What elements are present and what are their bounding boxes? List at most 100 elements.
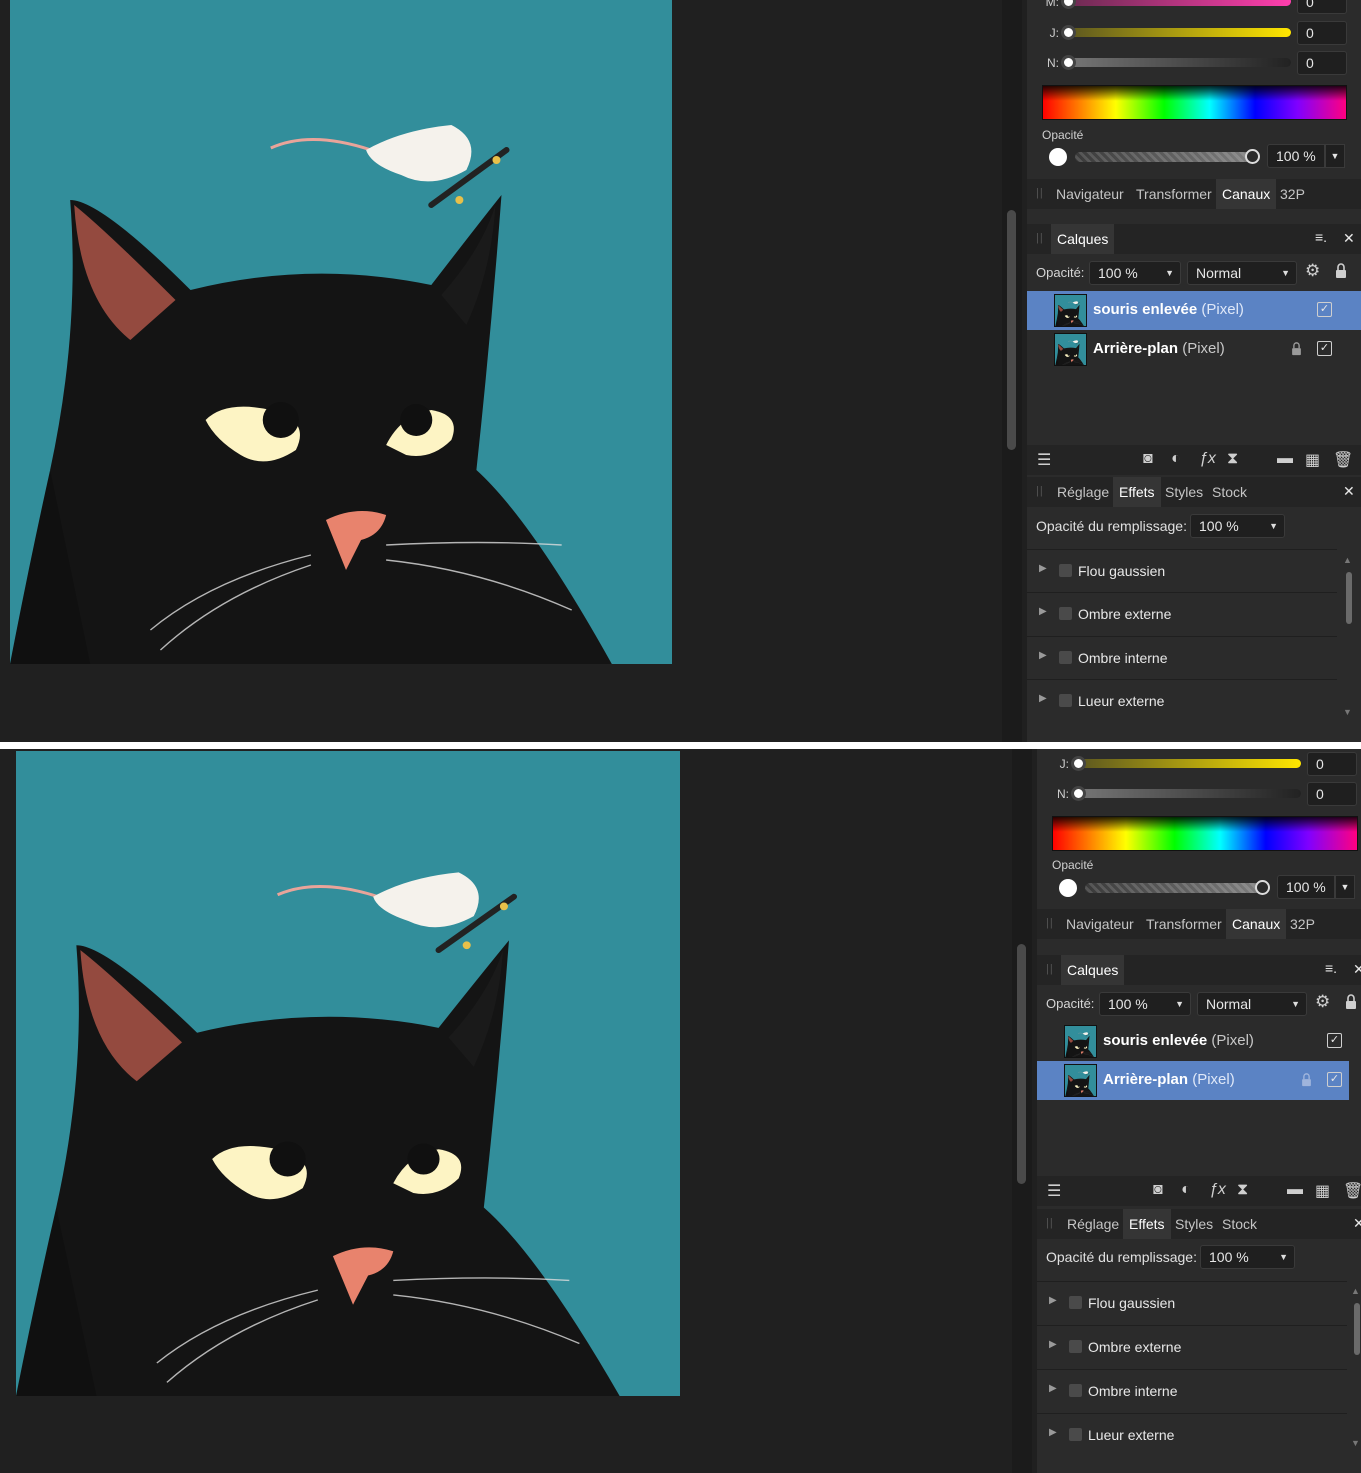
opacity-value-input[interactable]: 100 % <box>1277 875 1335 899</box>
layer-row-souris-enlevee[interactable]: souris enlevée (Pixel) ✓ <box>1027 291 1361 330</box>
folder-icon[interactable]: ▬ <box>1287 1181 1303 1199</box>
scroll-down-icon[interactable]: ▼ <box>1351 1438 1360 1448</box>
layer-row-souris-enlevee[interactable]: souris enlevée (Pixel) ✓ <box>1037 1022 1349 1061</box>
expand-triangle-icon[interactable]: ▶ <box>1039 693 1047 704</box>
scroll-up-icon[interactable]: ▲ <box>1343 555 1352 565</box>
scrollbar-thumb[interactable] <box>1007 210 1016 450</box>
close-icon[interactable]: ✕ <box>1343 230 1355 247</box>
channel-track[interactable] <box>1075 759 1301 768</box>
panel-menu-icon[interactable]: ≡. <box>1315 229 1327 245</box>
document-canvas[interactable] <box>10 0 672 664</box>
effects-scrollbar-thumb[interactable] <box>1346 572 1352 624</box>
expand-triangle-icon[interactable]: ▶ <box>1039 606 1047 617</box>
effects-scrollbar[interactable]: ▲ ▼ <box>1343 555 1353 720</box>
expand-triangle-icon[interactable]: ▶ <box>1039 563 1047 574</box>
layer-visibility-checkbox[interactable]: ✓ <box>1317 341 1332 356</box>
layer-lock-icon[interactable] <box>1301 1073 1312 1087</box>
tab-stock[interactable]: Stock <box>1216 1209 1263 1239</box>
tab-reglage[interactable]: Réglage <box>1051 477 1115 507</box>
tab-canaux[interactable]: Canaux <box>1226 909 1287 939</box>
effect-row[interactable]: ▶ Ombre interne <box>1027 636 1337 679</box>
effect-row[interactable]: ▶ Ombre externe <box>1027 592 1337 635</box>
channel-value-input[interactable]: 0 <box>1297 21 1347 45</box>
effect-checkbox[interactable] <box>1069 1428 1082 1441</box>
panel-grip-icon[interactable]: || <box>1046 917 1054 929</box>
effect-checkbox[interactable] <box>1069 1296 1082 1309</box>
layer-visibility-checkbox[interactable]: ✓ <box>1327 1072 1342 1087</box>
close-icon[interactable]: ✕ <box>1343 483 1355 500</box>
scrollbar-thumb[interactable] <box>1017 944 1026 1184</box>
opacity-dropdown-arrow[interactable]: ▼ <box>1335 875 1355 899</box>
color-swatch[interactable] <box>1049 148 1067 166</box>
effect-row[interactable]: ▶ Ombre interne <box>1037 1369 1347 1412</box>
mask-icon[interactable]: ◙ <box>1153 1181 1163 1199</box>
tab-styles[interactable]: Styles <box>1159 477 1209 507</box>
panel-grip-icon[interactable]: || <box>1036 485 1044 497</box>
folder-icon[interactable]: ▬ <box>1277 450 1293 468</box>
effects-scrollbar-thumb[interactable] <box>1354 1303 1360 1355</box>
live-filter-icon[interactable]: ⧗ <box>1227 450 1238 468</box>
effect-checkbox[interactable] <box>1069 1340 1082 1353</box>
panel-grip-icon[interactable]: || <box>1036 187 1044 199</box>
layer-visibility-checkbox[interactable]: ✓ <box>1327 1033 1342 1048</box>
opacity-dropdown-arrow[interactable]: ▼ <box>1325 144 1345 168</box>
tab-32p[interactable]: 32P <box>1274 179 1311 209</box>
opacity-slider-knob[interactable] <box>1255 880 1270 895</box>
channel-track[interactable] <box>1065 0 1291 6</box>
tab-transformer[interactable]: Transformer <box>1130 179 1218 209</box>
effect-row[interactable]: ▶ Lueur externe <box>1027 679 1337 722</box>
channel-track[interactable] <box>1075 789 1301 798</box>
scroll-up-icon[interactable]: ▲ <box>1351 1286 1360 1296</box>
effects-scrollbar[interactable]: ▲ ▼ <box>1351 1286 1361 1451</box>
fill-opacity-dropdown[interactable]: 100 % ▼ <box>1190 514 1285 538</box>
expand-triangle-icon[interactable]: ▶ <box>1049 1427 1057 1438</box>
layer-row-arriere-plan[interactable]: Arrière-plan (Pixel) ✓ <box>1037 1061 1349 1100</box>
close-icon[interactable]: ✕ <box>1353 1215 1361 1232</box>
expand-triangle-icon[interactable]: ▶ <box>1049 1295 1057 1306</box>
tab-transformer[interactable]: Transformer <box>1140 909 1228 939</box>
scroll-down-icon[interactable]: ▼ <box>1343 707 1352 717</box>
expand-triangle-icon[interactable]: ▶ <box>1049 1383 1057 1394</box>
effect-row[interactable]: ▶ Flou gaussien <box>1027 549 1337 592</box>
fx-icon[interactable]: ƒx <box>1199 450 1216 468</box>
tab-navigateur[interactable]: Navigateur <box>1050 179 1130 209</box>
live-filter-icon[interactable]: ⧗ <box>1237 1181 1248 1199</box>
panel-grip-icon[interactable]: || <box>1046 963 1054 975</box>
mask-icon[interactable]: ◙ <box>1143 450 1153 468</box>
fx-icon[interactable]: ƒx <box>1209 1181 1226 1199</box>
blend-mode-dropdown[interactable]: Normal ▼ <box>1187 261 1297 285</box>
channel-knob[interactable] <box>1061 25 1076 40</box>
channel-value-input[interactable]: 0 <box>1297 51 1347 75</box>
effect-checkbox[interactable] <box>1059 694 1072 707</box>
panel-grip-icon[interactable]: || <box>1046 1217 1054 1229</box>
effect-row[interactable]: ▶ Lueur externe <box>1037 1413 1347 1456</box>
channel-value-input[interactable]: 0 <box>1297 0 1347 14</box>
trash-icon[interactable]: 🗑 <box>1333 450 1353 470</box>
channel-value-input[interactable]: 0 <box>1307 782 1357 806</box>
fill-opacity-dropdown[interactable]: 100 % ▼ <box>1200 1245 1295 1269</box>
layers-opacity-dropdown[interactable]: 100 % ▼ <box>1089 261 1181 285</box>
layer-visibility-checkbox[interactable]: ✓ <box>1317 302 1332 317</box>
trash-icon[interactable]: 🗑 <box>1343 1181 1361 1201</box>
gear-icon[interactable]: ⚙ <box>1315 992 1330 1012</box>
layers-opacity-dropdown[interactable]: 100 % ▼ <box>1099 992 1191 1016</box>
pixel-layer-icon[interactable]: ▦ <box>1315 1181 1330 1201</box>
opacity-value-input[interactable]: 100 % <box>1267 144 1325 168</box>
layer-lock-icon[interactable] <box>1291 342 1302 356</box>
lock-icon[interactable] <box>1345 994 1357 1010</box>
channel-value-input[interactable]: 0 <box>1307 752 1357 776</box>
tab-effets[interactable]: Effets <box>1113 477 1161 507</box>
gear-icon[interactable]: ⚙ <box>1305 261 1320 281</box>
expand-triangle-icon[interactable]: ▶ <box>1049 1339 1057 1350</box>
document-scrollbar[interactable] <box>1012 749 1032 1473</box>
effect-checkbox[interactable] <box>1069 1384 1082 1397</box>
layer-row-arriere-plan[interactable]: Arrière-plan (Pixel) ✓ <box>1027 330 1361 369</box>
color-swatch[interactable] <box>1059 879 1077 897</box>
tab-calques[interactable]: Calques <box>1051 224 1115 254</box>
channel-knob[interactable] <box>1061 0 1076 9</box>
channel-track[interactable] <box>1065 28 1291 37</box>
opacity-slider[interactable] <box>1085 883 1263 893</box>
effect-row[interactable]: ▶ Flou gaussien <box>1037 1281 1347 1324</box>
adjustment-icon[interactable]: ◐ <box>1181 1181 1191 1199</box>
layers-stack-icon[interactable]: ☰ <box>1037 450 1051 470</box>
